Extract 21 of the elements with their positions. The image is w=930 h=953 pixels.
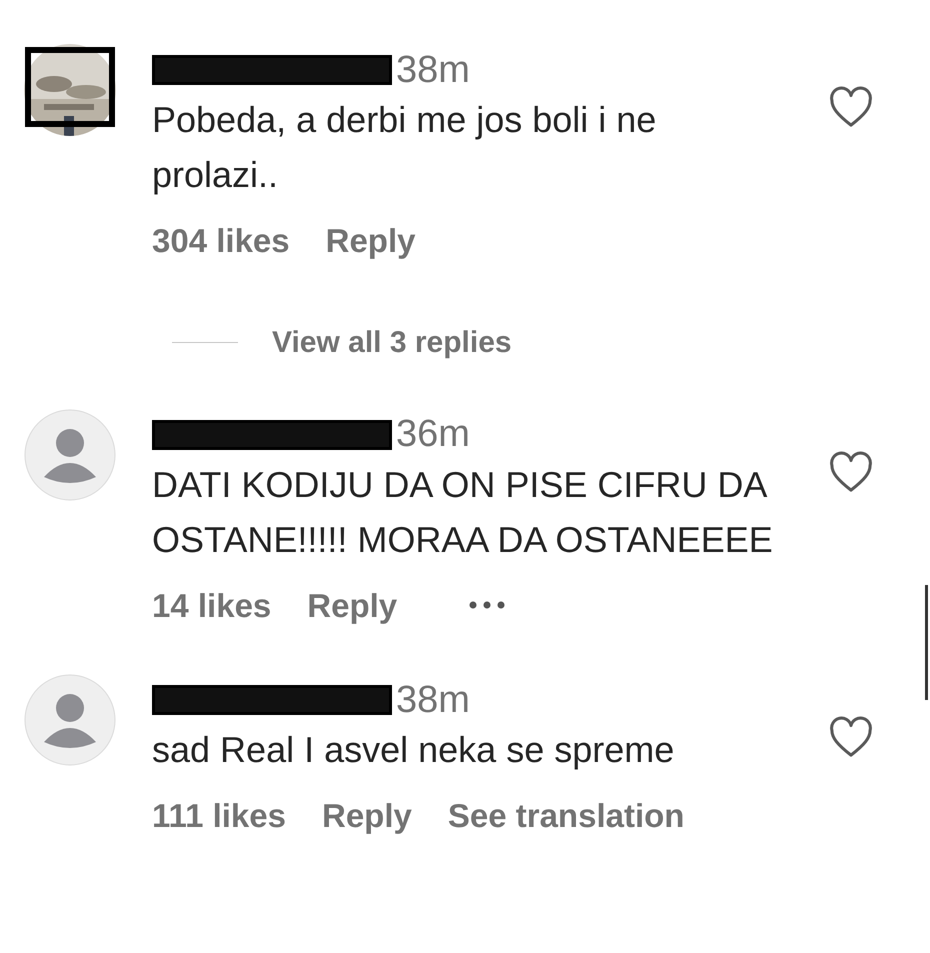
more-icon[interactable]: [469, 601, 506, 610]
like-count: 304 likes: [152, 221, 290, 261]
avatar-icon: [24, 408, 116, 500]
view-replies-link[interactable]: View all 3 replies: [272, 320, 512, 364]
avatar-icon: [24, 674, 116, 766]
scrollbar-thumb[interactable]: [925, 585, 928, 700]
like-heart-icon[interactable]: [828, 716, 874, 758]
comment-time: 38m: [396, 678, 470, 722]
comment-text: Pobeda, a derbi me jos boli i ne prolazi..: [152, 98, 658, 197]
reply-link[interactable]: Reply: [322, 791, 412, 840]
like-count: 14 likes: [152, 586, 272, 626]
like-heart-icon[interactable]: [828, 86, 874, 128]
reply-link[interactable]: Reply: [307, 580, 398, 630]
comment-text: sad Real I asvel neka se spreme: [152, 728, 676, 772]
reply-link[interactable]: Reply: [326, 216, 416, 266]
translation-link[interactable]: See translation: [448, 791, 684, 840]
comment-time: 36m: [396, 412, 470, 457]
like-count: 111 likes: [152, 796, 286, 836]
like-heart-icon[interactable]: [828, 450, 874, 492]
comment-time: 38m: [396, 48, 470, 92]
comment-text: DATI KODIJU DA ON PISE CIFRU DA OSTANE!!!!! MORAA DA OSTANEEEE: [152, 462, 774, 562]
